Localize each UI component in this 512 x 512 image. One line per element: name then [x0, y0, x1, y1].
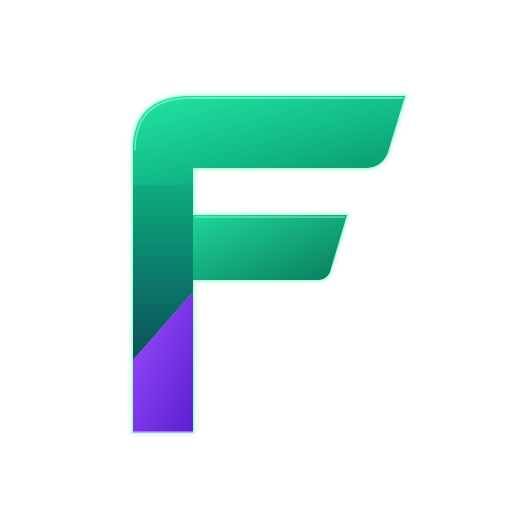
letter-f-middle-bar — [193, 215, 347, 280]
letter-f-logo-icon — [131, 94, 408, 434]
icon-canvas — [0, 0, 512, 512]
